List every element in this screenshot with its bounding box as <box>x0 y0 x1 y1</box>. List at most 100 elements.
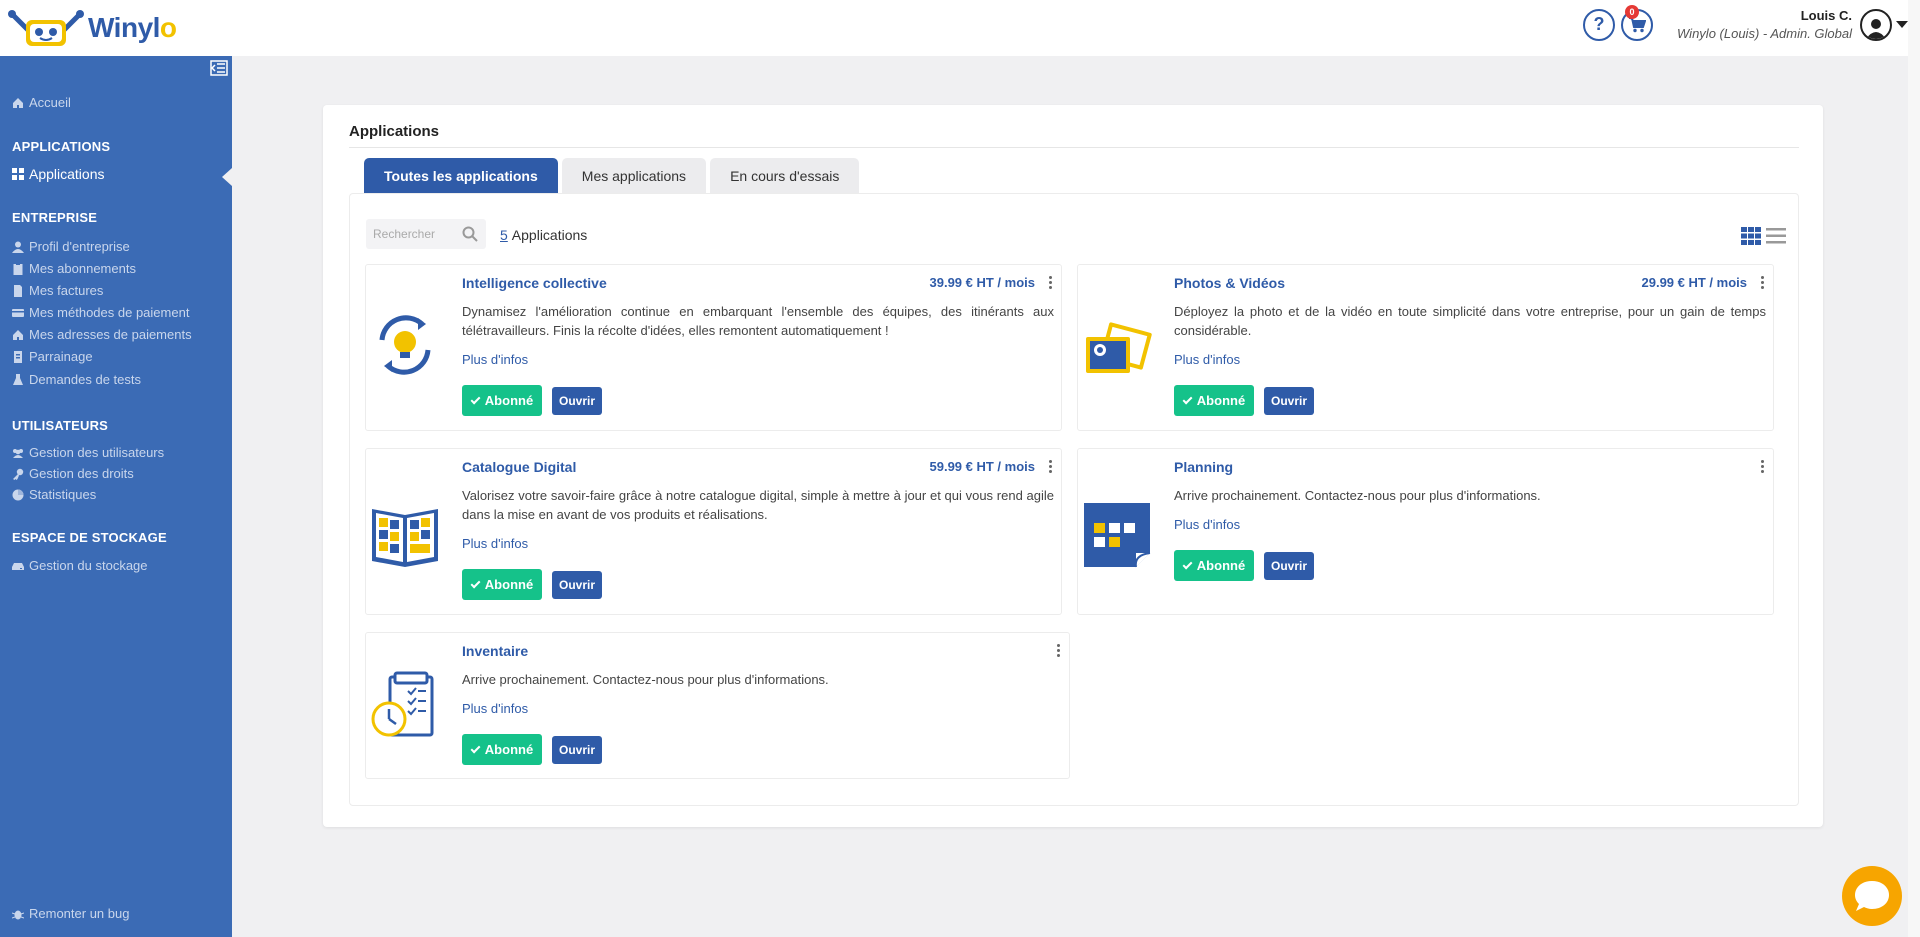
subscribed-button[interactable]: Abonné <box>462 734 542 765</box>
subscribed-button[interactable]: Abonné <box>462 385 542 416</box>
sidebar-item-label: Profil d'entreprise <box>29 239 130 254</box>
chat-button[interactable] <box>1842 866 1902 926</box>
user-icon <box>12 241 24 253</box>
more-info-link[interactable]: Plus d'infos <box>462 352 528 367</box>
check-icon <box>470 743 481 753</box>
tabs: Toutes les applications Mes applications… <box>364 158 863 193</box>
hdd-icon <box>12 562 24 570</box>
subscribed-button[interactable]: Abonné <box>462 569 542 600</box>
sidebar-item-parrainage[interactable]: Parrainage <box>12 349 93 364</box>
sidebar-item-label: Applications <box>29 166 105 182</box>
sidebar-item-gestion-utilisateurs[interactable]: Gestion des utilisateurs <box>12 445 164 460</box>
user-name: Louis C. <box>1800 8 1852 23</box>
sidebar-item-gestion-stockage[interactable]: Gestion du stockage <box>12 558 148 573</box>
sidebar-item-gestion-droits[interactable]: Gestion des droits <box>12 466 134 481</box>
app-description: Arrive prochainement. Contactez-nous pou… <box>1174 488 1541 503</box>
winylo-logo[interactable]: Winylo <box>8 8 177 48</box>
sidebar-item-label: Mes abonnements <box>29 261 136 276</box>
app-name[interactable]: Intelligence collective <box>462 275 607 291</box>
search-icon[interactable] <box>462 226 478 242</box>
subscribed-button[interactable]: Abonné <box>1174 385 1254 416</box>
page-scrollbar[interactable] <box>1908 0 1920 937</box>
sidebar-item-label: Gestion des utilisateurs <box>29 445 165 460</box>
sidebar-item-label: Gestion des droits <box>29 466 134 481</box>
tab-toutes-applications[interactable]: Toutes les applications <box>364 158 558 193</box>
more-info-link[interactable]: Plus d'infos <box>1174 352 1240 367</box>
subscribed-button[interactable]: Abonné <box>1174 550 1254 581</box>
grid-icon <box>12 168 24 180</box>
sidebar-item-abonnements[interactable]: Mes abonnements <box>12 261 136 276</box>
app-menu-kebab-icon[interactable] <box>1761 460 1765 474</box>
more-info-link[interactable]: Plus d'infos <box>462 701 528 716</box>
tab-mes-applications[interactable]: Mes applications <box>561 158 707 193</box>
collapse-sidebar-icon[interactable] <box>210 60 228 76</box>
app-name[interactable]: Planning <box>1174 459 1233 475</box>
app-name[interactable]: Catalogue Digital <box>462 459 576 475</box>
tab-panel: 5Applications Intelligence collective 39… <box>349 193 1799 806</box>
key-icon <box>13 468 24 480</box>
sidebar-item-label: Mes méthodes de paiement <box>29 305 190 320</box>
sidebar-item-applications[interactable]: Applications <box>12 166 105 182</box>
search-input[interactable] <box>366 220 458 248</box>
search-box <box>366 219 486 249</box>
more-info-link[interactable]: Plus d'infos <box>1174 517 1240 532</box>
sidebar: Accueil APPLICATIONS Applications ENTREP… <box>0 56 232 937</box>
user-info[interactable]: Louis C. Winylo (Louis) - Admin. Global <box>1677 8 1852 41</box>
more-info-link[interactable]: Plus d'infos <box>462 536 528 551</box>
open-button[interactable]: Ouvrir <box>1264 552 1314 580</box>
logo-wordmark: Winylo <box>88 12 177 43</box>
flask-icon <box>13 373 23 385</box>
file-invoice-icon <box>14 350 22 363</box>
app-name[interactable]: Photos & Vidéos <box>1174 275 1285 291</box>
chat-bubble-icon <box>1855 881 1889 911</box>
open-button[interactable]: Ouvrir <box>552 736 602 764</box>
users-icon <box>13 448 23 458</box>
app-menu-kebab-icon[interactable] <box>1761 276 1765 290</box>
cart-button[interactable]: 0 <box>1621 4 1654 41</box>
app-price: 29.99 € HT / mois <box>1641 275 1748 290</box>
sidebar-item-profil-entreprise[interactable]: Profil d'entreprise <box>12 239 130 254</box>
applications-card: Applications Toutes les applications Mes… <box>323 105 1823 827</box>
cart-count-badge: 0 <box>1625 4 1640 19</box>
sidebar-item-demandes-tests[interactable]: Demandes de tests <box>12 372 141 387</box>
sidebar-item-statistiques[interactable]: Statistiques <box>12 487 96 502</box>
open-button[interactable]: Ouvrir <box>552 571 602 599</box>
sidebar-item-label: Demandes de tests <box>29 372 142 387</box>
top-bar: Winylo ? 0 Louis C. Winylo (Louis) - Adm… <box>0 0 1920 56</box>
bug-icon <box>12 910 24 919</box>
photos-icon <box>1086 322 1152 373</box>
app-name[interactable]: Inventaire <box>462 643 528 659</box>
report-bug-link[interactable]: Remonter un bug <box>12 906 129 921</box>
app-menu-kebab-icon[interactable] <box>1049 460 1053 474</box>
sidebar-section-entreprise: ENTREPRISE <box>12 210 98 225</box>
sidebar-item-accueil[interactable]: Accueil <box>12 95 71 110</box>
pie-chart-icon <box>12 489 24 500</box>
title-divider <box>349 147 1799 148</box>
user-role: Winylo (Louis) - Admin. Global <box>1677 26 1852 41</box>
help-icon: ? <box>1593 14 1605 34</box>
page-title: Applications <box>349 123 440 140</box>
sidebar-section-stockage: ESPACE DE STOCKAGE <box>12 530 167 545</box>
help-button[interactable]: ? <box>1583 8 1616 41</box>
app-description: Dynamisez l'amélioration continue en emb… <box>462 304 1054 338</box>
app-price: 59.99 € HT / mois <box>929 459 1036 474</box>
sidebar-item-methodes-paiement[interactable]: Mes méthodes de paiement <box>12 305 189 320</box>
avatar[interactable] <box>1860 8 1892 41</box>
check-icon <box>1182 394 1193 404</box>
sidebar-item-adresses-paiements[interactable]: Mes adresses de paiements <box>12 327 192 342</box>
user-menu-caret-icon[interactable] <box>1896 21 1908 28</box>
open-button[interactable]: Ouvrir <box>552 387 602 415</box>
count-label: Applications <box>511 227 588 243</box>
sidebar-item-factures[interactable]: Mes factures <box>12 283 103 298</box>
clipboard-clock-icon <box>371 671 434 737</box>
app-menu-kebab-icon[interactable] <box>1057 644 1061 658</box>
app-card-catalogue-digital: Catalogue Digital 59.99 € HT / mois Valo… <box>365 448 1062 615</box>
list-view-icon[interactable] <box>1766 227 1786 245</box>
sidebar-item-label: Remonter un bug <box>29 906 130 921</box>
tab-en-cours-essais[interactable]: En cours d'essais <box>710 158 860 193</box>
open-button[interactable]: Ouvrir <box>1264 387 1314 415</box>
home-icon <box>13 329 23 340</box>
app-menu-kebab-icon[interactable] <box>1049 276 1053 290</box>
grid-view-icon[interactable] <box>1741 227 1761 245</box>
sidebar-item-label: Parrainage <box>29 349 93 364</box>
